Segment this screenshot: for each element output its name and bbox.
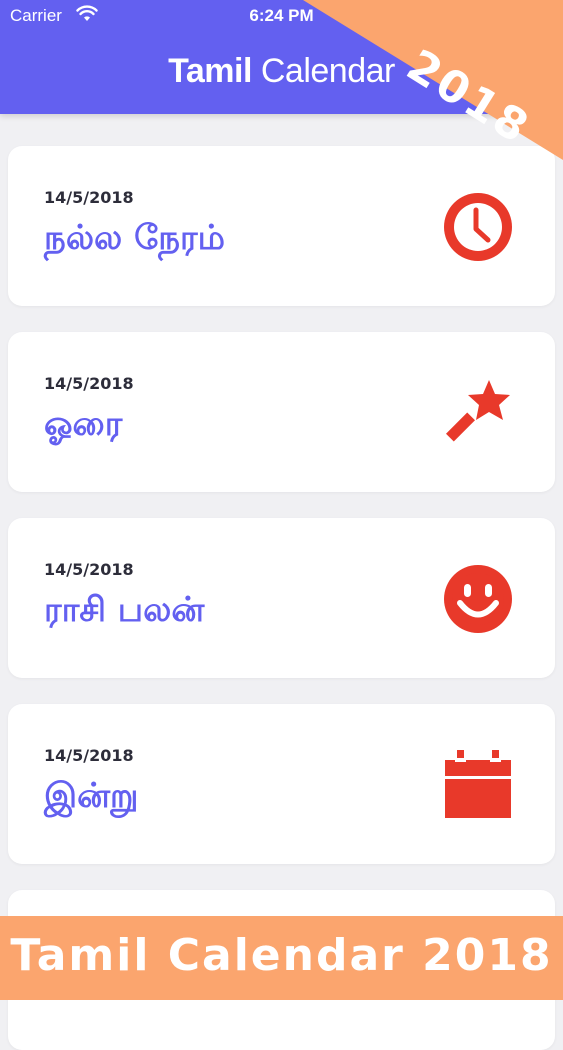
card-date: 14/5/2018 <box>44 746 134 765</box>
status-time: 6:24 PM <box>249 6 314 25</box>
status-bar: Carrier 6:24 PM <box>0 0 563 32</box>
app-title-bold: Tamil <box>168 52 252 90</box>
card-date: 14/5/2018 <box>44 374 134 393</box>
smiley-icon <box>443 564 513 634</box>
card-indru[interactable]: 14/5/2018 இன்று <box>8 704 555 864</box>
card-title: ராசி பலன் <box>44 590 205 630</box>
card-orai[interactable]: 14/5/2018 ஓரை <box>8 332 555 492</box>
card-title: இன்று <box>44 776 139 816</box>
calendar-icon <box>443 750 513 820</box>
banner-text: Tamil Calendar 2018 <box>10 930 553 981</box>
card-date: 14/5/2018 <box>44 188 134 207</box>
card-title: நல்ல நேரம் <box>44 218 225 258</box>
card-title: ஓரை <box>44 404 123 444</box>
app-title-regular: Calendar <box>251 52 395 90</box>
bottom-banner: Tamil Calendar 2018 <box>0 916 563 1000</box>
magic-wand-icon <box>443 378 513 448</box>
card-rasi-palan[interactable]: 14/5/2018 ராசி பலன் <box>8 518 555 678</box>
clock-icon <box>443 192 513 262</box>
card-nalla-neram[interactable]: 14/5/2018 நல்ல நேரம் <box>8 146 555 306</box>
card-date: 14/5/2018 <box>44 560 134 579</box>
